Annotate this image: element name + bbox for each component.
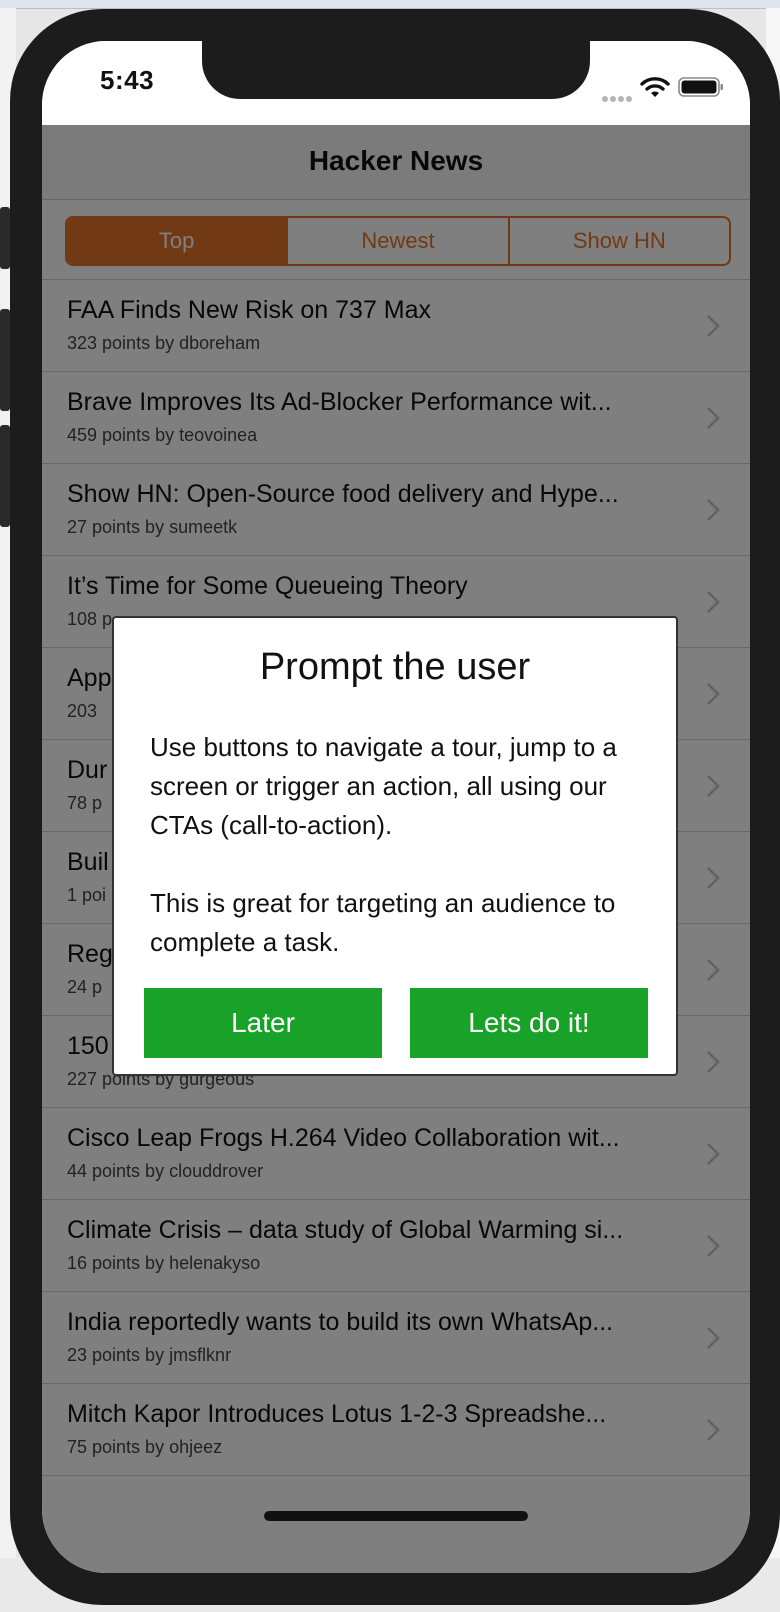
dialog-body: Use buttons to navigate a tour, jump to … bbox=[150, 732, 617, 957]
signal-icon bbox=[602, 89, 636, 102]
notch bbox=[202, 41, 590, 99]
battery-icon bbox=[678, 77, 723, 97]
desktop-top-strip bbox=[0, 0, 780, 9]
later-button[interactable]: Later bbox=[144, 988, 382, 1058]
wifi-icon bbox=[640, 77, 670, 97]
volume-down-button bbox=[0, 425, 10, 527]
dialog-title: Prompt the user bbox=[259, 646, 531, 688]
home-indicator[interactable] bbox=[264, 1511, 528, 1521]
mute-switch bbox=[0, 207, 10, 269]
volume-up-button bbox=[0, 309, 10, 411]
prompt-dialog: Prompt the user Use buttons to navigate … bbox=[112, 616, 678, 1076]
status-time: 5:43 bbox=[100, 65, 155, 95]
lets-do-it-button[interactable]: Lets do it! bbox=[410, 988, 648, 1058]
